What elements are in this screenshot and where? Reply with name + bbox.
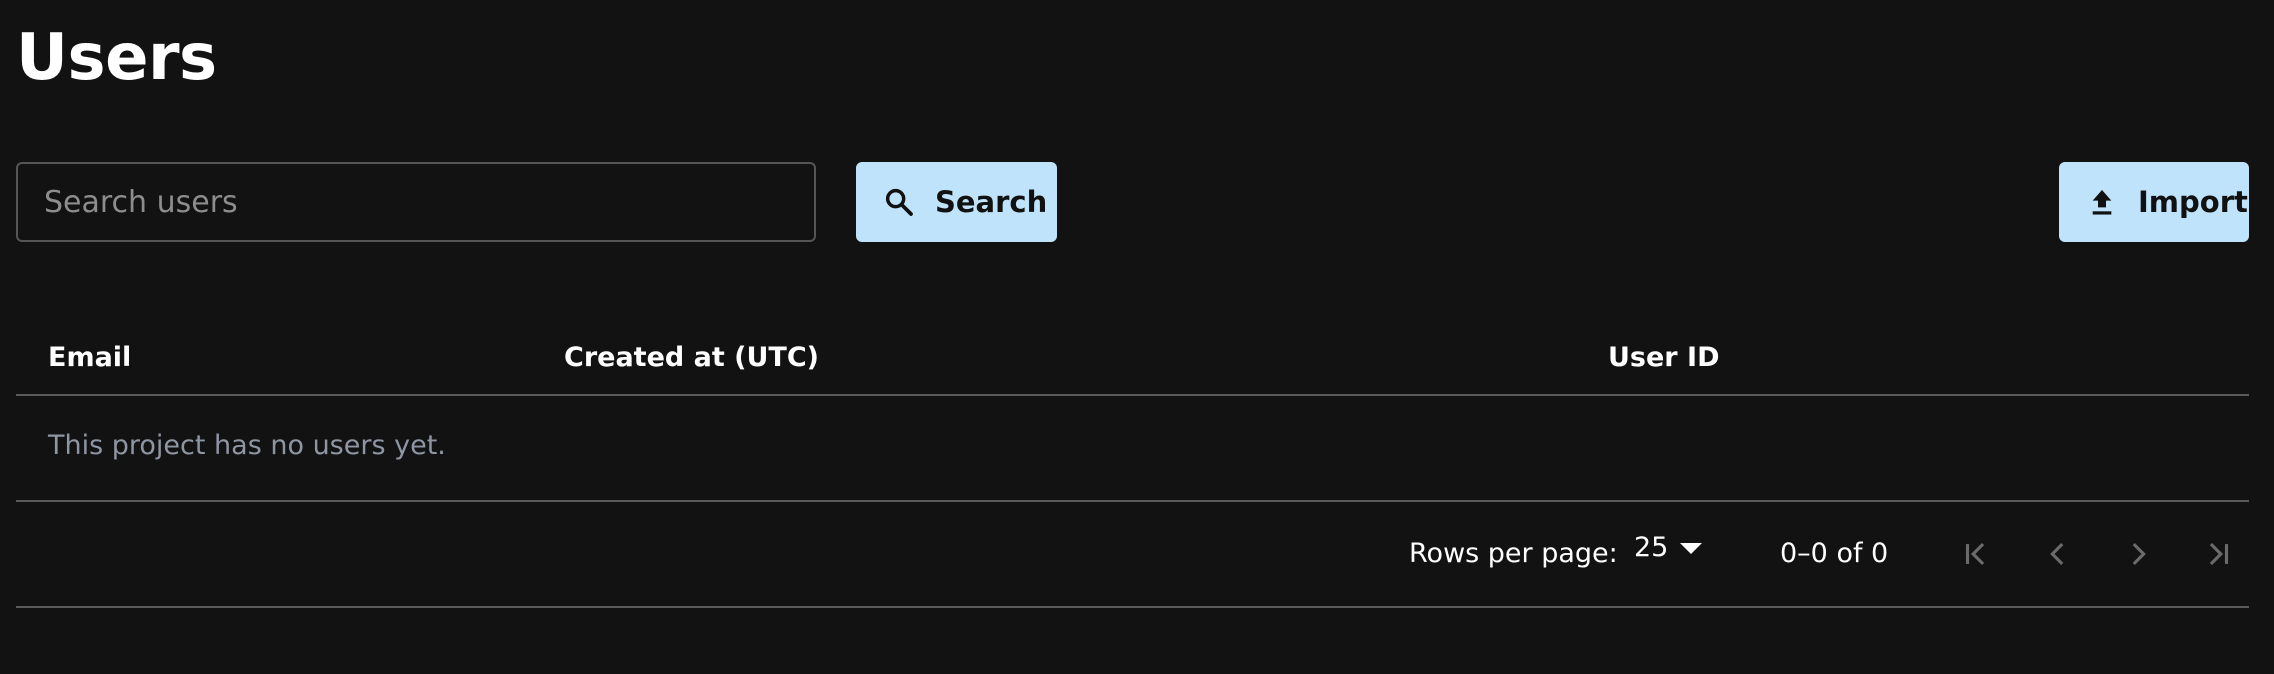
first-page-button[interactable]: [1954, 530, 1998, 578]
search-button-label: Search: [935, 185, 1048, 219]
pagination-range: 0–0 of 0: [1780, 538, 1889, 569]
column-header-user-id: User ID: [1608, 342, 1720, 373]
table-empty-row: This project has no users yet.: [16, 396, 2249, 502]
page-title: Users: [16, 21, 217, 95]
table-header: Email Created at (UTC) User ID: [16, 330, 2249, 396]
rows-per-page-value: 25: [1634, 532, 1669, 563]
import-button[interactable]: Import: [2059, 162, 2249, 242]
previous-page-button[interactable]: [2036, 530, 2080, 578]
caret-down-icon: [1680, 543, 1703, 554]
import-button-label: Import: [2138, 185, 2248, 219]
last-page-icon: [2209, 542, 2229, 566]
users-page: Users Search Import Email Created at (UT…: [0, 0, 2274, 674]
column-header-email: Email: [48, 342, 132, 373]
upload-icon: [2086, 186, 2118, 218]
table-pagination: Rows per page: 25 0–0 of 0: [16, 502, 2249, 608]
empty-state-message: This project has no users yet.: [48, 430, 446, 461]
column-header-created-at: Created at (UTC): [564, 342, 819, 373]
chevron-left-icon: [2050, 542, 2064, 566]
search-icon: [883, 186, 915, 218]
chevron-right-icon: [2132, 542, 2146, 566]
rows-per-page-label: Rows per page:: [1409, 538, 1618, 569]
first-page-icon: [1965, 542, 1985, 566]
last-page-button[interactable]: [2196, 530, 2240, 578]
search-input[interactable]: [16, 162, 816, 242]
search-button[interactable]: Search: [856, 162, 1057, 242]
next-page-button[interactable]: [2116, 530, 2160, 578]
rows-per-page-select[interactable]: 25: [1634, 532, 1703, 563]
